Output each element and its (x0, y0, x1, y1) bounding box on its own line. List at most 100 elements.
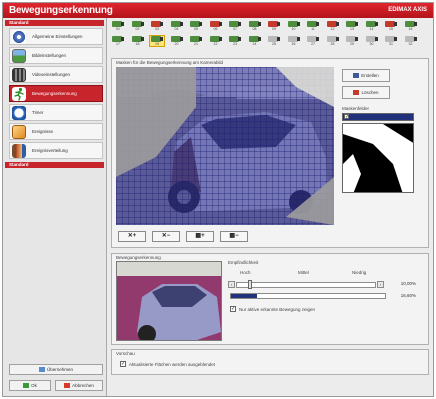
camera-button-31[interactable]: 31 (384, 36, 398, 46)
camera-button-21[interactable]: 21 (189, 36, 203, 46)
sidebar-item-timer[interactable]: Timer (9, 104, 103, 121)
sidebar-item-event-distribution[interactable]: Ereignisverteilung (9, 142, 103, 159)
camera-lens (394, 37, 397, 41)
sidebar-item-image-settings[interactable]: Bildeinstellungen (9, 47, 103, 64)
camera-number: 12 (330, 27, 335, 31)
thumbnail-scene (117, 262, 221, 340)
preview-panel-title: Vorschau (116, 351, 135, 356)
camera-button-03[interactable]: 03 (150, 21, 164, 31)
add-mask-button[interactable]: ✕+ (118, 231, 146, 242)
camera-button-22[interactable]: 22 (209, 36, 223, 46)
camera-button-01[interactable]: 01 (111, 21, 125, 31)
sensitivity-slider-knob[interactable] (248, 280, 252, 289)
sidebar-section-header: Standard (5, 162, 104, 168)
camera-lens (277, 37, 280, 41)
running-man-icon (12, 87, 26, 101)
detection-panel-title: Bewegungserkennung (116, 255, 161, 260)
camera-button-14[interactable]: 14 (365, 21, 379, 31)
remove-mask-button[interactable]: ✕− (152, 231, 180, 242)
mask-row-checkbox[interactable]: ✓ (344, 114, 349, 120)
scale-low: Niedrig (352, 270, 367, 275)
sidebar-item-label: Bewegungserkennung (32, 91, 77, 96)
sidebar: Standard Allgemeine Einstellungen Bildei… (3, 18, 107, 396)
camera-button-11[interactable]: 11 (306, 21, 320, 31)
check-icon (23, 383, 30, 388)
sidebar-item-label: Ereignisverteilung (32, 148, 68, 153)
create-icon (353, 73, 360, 78)
camera-button-30[interactable]: 30 (365, 36, 379, 46)
camera-number: 05 (194, 27, 198, 31)
camera-button-07[interactable]: 07 (228, 21, 242, 31)
cancel-button[interactable]: Abbrechen (55, 380, 103, 391)
camera-button-25[interactable]: 25 (267, 36, 281, 46)
camera-button-24[interactable]: 24 (248, 36, 262, 46)
camera-lens (413, 22, 417, 26)
window-title: Bewegungserkennung (9, 5, 113, 16)
camera-lens (335, 37, 339, 41)
camera-button-32[interactable]: 32 (404, 36, 418, 46)
camera-button-16[interactable]: 16 (404, 21, 418, 31)
camera-button-05[interactable]: 05 (189, 21, 203, 31)
camera-button-09[interactable]: 09 (267, 21, 281, 31)
camera-lens (179, 22, 183, 26)
camera-button-26[interactable]: 26 (287, 36, 301, 46)
camera-button-23[interactable]: 23 (228, 36, 242, 46)
camera-button-20[interactable]: 20 (170, 36, 184, 46)
camera-lens (335, 22, 339, 26)
add-block-button[interactable]: ▦+ (186, 231, 214, 242)
mask-list-selected-row[interactable]: ✓ (342, 113, 414, 121)
sidebar-item-events[interactable]: Ereignisse (9, 123, 103, 140)
camera-button-10[interactable]: 10 (287, 21, 301, 31)
sensitivity-decrease-button[interactable]: ‹ (228, 281, 235, 288)
camera-button-18[interactable]: 18 (131, 36, 145, 46)
cancel-label: Abbrechen (72, 383, 94, 388)
camera-lens (160, 22, 163, 26)
camera-number: 25 (272, 42, 276, 46)
sidebar-item-video-settings[interactable]: Videoeinstellungen (9, 66, 103, 83)
camera-number: 13 (350, 27, 354, 31)
app-window: Bewegungserkennung EDIMAX AXIS Standard … (2, 2, 434, 397)
sensitivity-increase-button[interactable]: › (377, 281, 384, 288)
camera-button-29[interactable]: 29 (345, 36, 359, 46)
camera-button-27[interactable]: 27 (306, 36, 320, 46)
gear-icon (12, 30, 26, 44)
create-button[interactable]: Erstellen (342, 69, 390, 82)
detection-panel: Bewegungserkennung Empfindlichkeit Hoch … (111, 253, 429, 345)
camera-number: 06 (213, 27, 218, 31)
apply-button[interactable]: Übernehmen (9, 364, 103, 375)
sensitivity-slider[interactable] (236, 282, 376, 288)
camera-video-view[interactable] (116, 67, 334, 225)
camera-number: 32 (408, 42, 413, 46)
camera-lens (238, 37, 241, 41)
camera-button-04[interactable]: 04 (170, 21, 184, 31)
camera-lens (257, 37, 261, 41)
camera-button-08[interactable]: 08 (248, 21, 262, 31)
camera-lens (121, 22, 124, 26)
camera-button-28[interactable]: 28 (326, 36, 340, 46)
camera-button-19[interactable]: 19 (149, 35, 165, 47)
sidebar-item-general-settings[interactable]: Allgemeine Einstellungen (9, 28, 103, 45)
camera-button-06[interactable]: 06 (209, 21, 223, 31)
camera-lens (296, 37, 300, 41)
remove-block-button[interactable]: ▦− (220, 231, 248, 242)
camera-number: 04 (174, 27, 179, 31)
show-motion-checkbox[interactable]: ✓ (230, 306, 236, 312)
camera-lens (218, 37, 222, 41)
camera-number: 28 (330, 42, 335, 46)
sidebar-item-motion-detection[interactable]: Bewegungserkennung (9, 85, 103, 102)
ok-button[interactable]: Ok (9, 380, 51, 391)
camera-number: 21 (194, 42, 198, 46)
camera-lens (160, 37, 163, 41)
cancel-icon (64, 383, 71, 388)
camera-button-17[interactable]: 17 (111, 36, 125, 46)
cube-icon (12, 125, 26, 139)
camera-button-13[interactable]: 13 (345, 21, 359, 31)
camera-button-15[interactable]: 15 (384, 21, 398, 31)
delete-button[interactable]: Löschen (342, 86, 390, 99)
camera-button-12[interactable]: 12 (326, 21, 340, 31)
camera-button-02[interactable]: 02 (131, 21, 145, 31)
preview-checkbox[interactable]: ✓ (120, 361, 126, 367)
camera-number: 03 (155, 27, 159, 31)
camera-number: 30 (369, 42, 374, 46)
camera-number: 15 (389, 27, 393, 31)
